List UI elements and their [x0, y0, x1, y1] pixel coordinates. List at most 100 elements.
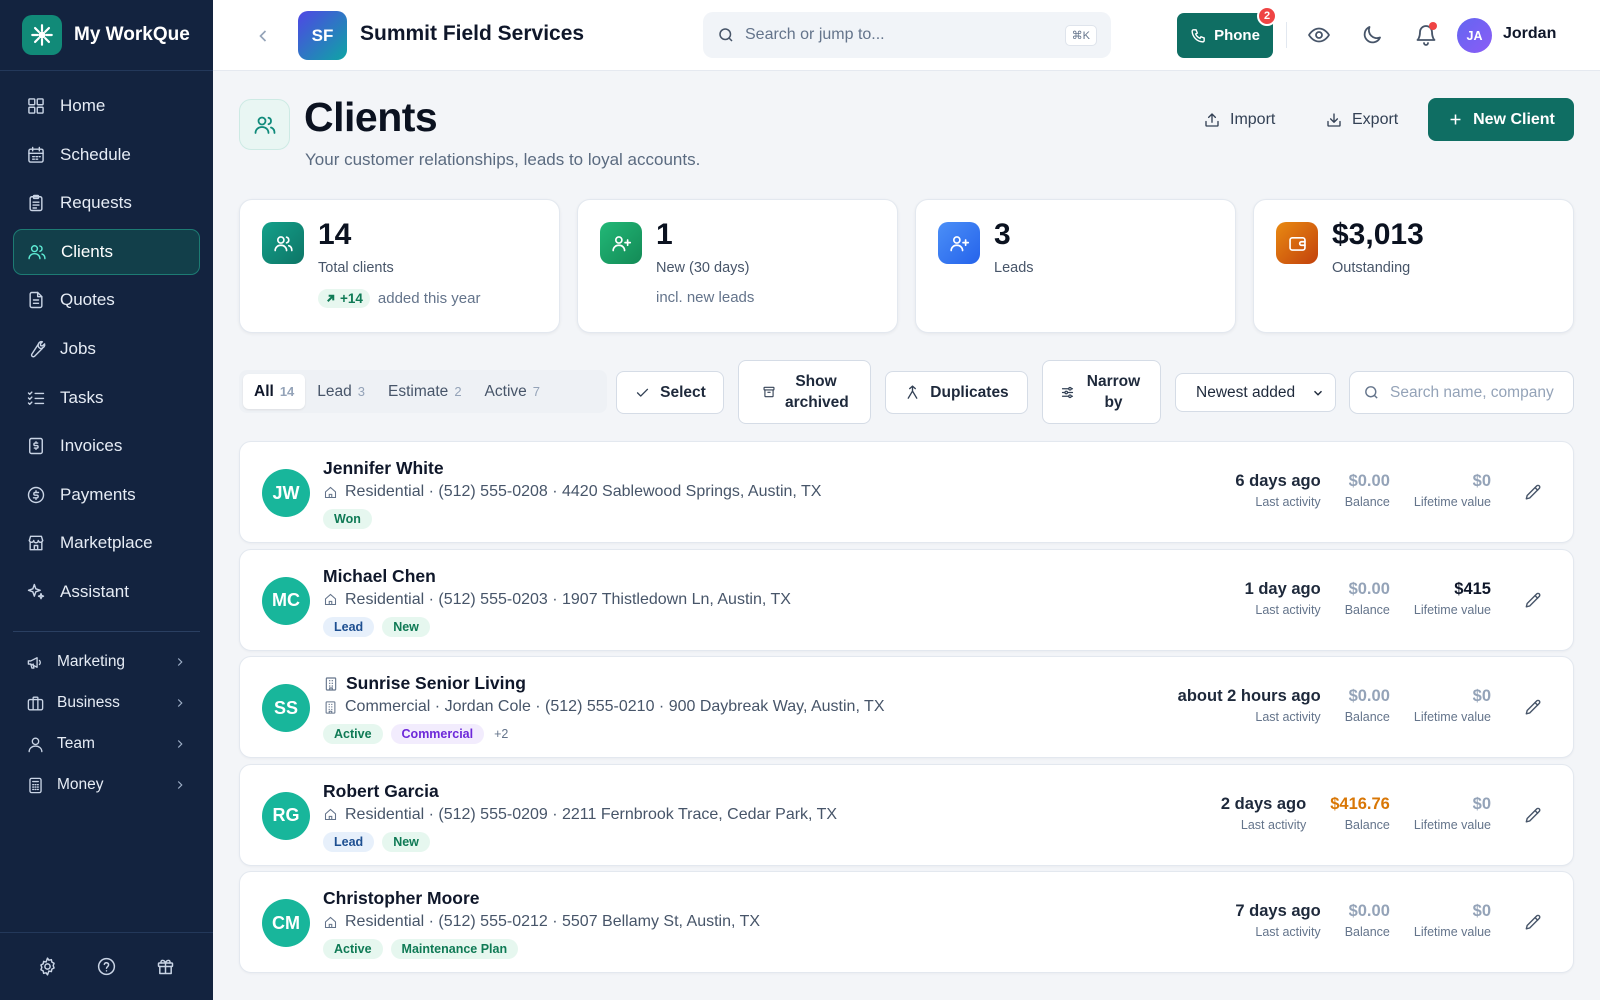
notifications-button[interactable] [1414, 22, 1438, 47]
phone-count-badge: 2 [1257, 6, 1277, 26]
phone-button[interactable]: Phone 2 [1177, 6, 1277, 58]
tab-all[interactable]: All 14 [243, 374, 306, 409]
stat-card-leads: 3 Leads [915, 199, 1236, 333]
client-name[interactable]: Robert Garcia [323, 781, 439, 802]
client-search-placeholder: Search name, company [1390, 383, 1554, 401]
sidebar-group-label: Team [57, 735, 95, 753]
client-stats: about 2 hours ago Last activity $0.00 Ba… [1154, 687, 1491, 724]
stat-card-total-clients: 14 Total clients +14 added this year [239, 199, 560, 333]
theme-toggle[interactable] [1360, 23, 1384, 47]
tab-active[interactable]: Active 7 [474, 374, 551, 409]
client-search-input[interactable]: Search name, company [1349, 371, 1574, 414]
sidebar-item-requests[interactable]: Requests [13, 180, 200, 226]
edit-client-button[interactable] [1523, 698, 1543, 718]
import-button[interactable]: Import [1203, 103, 1275, 136]
client-row[interactable]: SS Sunrise Senior Living Commercial · Jo… [239, 656, 1574, 759]
brand[interactable]: My WorkQue [0, 0, 213, 71]
search-icon [719, 28, 733, 42]
client-row[interactable]: MC Michael Chen Residential · (512) 555-… [239, 548, 1574, 651]
edit-client-button[interactable] [1523, 806, 1543, 826]
client-meta: Residential · (512) 555-0208 · 4420 Sabl… [323, 483, 821, 501]
client-name[interactable]: Michael Chen [323, 566, 436, 587]
client-name[interactable]: Christopher Moore [323, 888, 480, 909]
sidebar-item-jobs[interactable]: Jobs [13, 326, 200, 372]
tab-count: 14 [279, 384, 295, 399]
show-archived-button[interactable]: Show archived [738, 360, 871, 424]
sidebar-item-schedule[interactable]: Schedule [13, 132, 200, 178]
sidebar-item-marketplace[interactable]: Marketplace [13, 520, 200, 566]
duplicates-button[interactable]: Duplicates [885, 371, 1028, 414]
export-button[interactable]: Export [1325, 103, 1398, 136]
lifetime-value-amount: $0 [1472, 472, 1491, 490]
edit-client-button[interactable] [1523, 913, 1543, 933]
tab-label: Estimate [388, 382, 449, 400]
sidebar-item-payments[interactable]: Payments [13, 472, 200, 518]
stat-value: $3,013 [1332, 218, 1424, 251]
balance-label: Balance [1344, 602, 1390, 617]
topbar-divider [1286, 22, 1287, 48]
edit-client-button[interactable] [1523, 483, 1543, 503]
new-client-button[interactable]: New Client [1428, 98, 1574, 141]
client-name[interactable]: Jennifer White [323, 458, 444, 479]
show-archived-label: Show archived [785, 373, 849, 411]
sidebar-item-label: Assistant [60, 581, 129, 601]
help-icon[interactable] [96, 956, 117, 977]
client-row[interactable]: JW Jennifer White Residential · (512) 55… [239, 441, 1574, 543]
users-icon [28, 244, 46, 260]
moon-icon [1363, 26, 1381, 44]
gear-icon[interactable] [37, 956, 58, 977]
last-activity: about 2 hours ago Last activity [1178, 687, 1321, 724]
sort-select[interactable]: Newest added [1175, 373, 1336, 412]
balance: $0.00 Balance [1345, 902, 1390, 939]
sidebar-group-label: Money [57, 776, 104, 794]
preview-button[interactable] [1307, 23, 1331, 47]
client-tag-more: +2 [494, 727, 509, 742]
sidebar-group-money[interactable]: Money [0, 765, 213, 806]
client-stats: 7 days ago Last activity $0.00 Balance $… [1211, 902, 1491, 939]
notification-dot [1429, 22, 1437, 30]
narrow-by-label: Narrow by [1086, 373, 1141, 411]
stat-value: 14 [318, 218, 352, 251]
back-button[interactable] [253, 26, 273, 46]
edit-client-button[interactable] [1523, 591, 1543, 611]
user-name[interactable]: Jordan [1503, 25, 1556, 43]
narrow-by-button[interactable]: Narrow by [1042, 360, 1161, 424]
last-activity-label: Last activity [1255, 495, 1321, 509]
user-avatar[interactable]: JA [1457, 18, 1492, 53]
client-meta: Residential · (512) 555-0209 · 2211 Fern… [323, 806, 837, 824]
trend-badge: +14 [318, 289, 370, 308]
sidebar-group-business[interactable]: Business [0, 683, 213, 724]
lifetime-value-amount: $0 [1472, 687, 1491, 706]
last-activity-value: 2 days ago [1220, 794, 1307, 813]
sidebar-item-home[interactable]: Home [13, 83, 200, 129]
client-meta: Residential · (512) 555-0212 · 5507 Bell… [323, 913, 760, 931]
invoice-icon [29, 437, 43, 455]
sidebar-item-clients[interactable]: Clients [13, 228, 200, 275]
client-stats: 2 days ago Last activity $416.76 Balance… [1197, 795, 1491, 832]
sidebar-item-invoices[interactable]: Invoices [13, 423, 200, 469]
sidebar-item-assistant[interactable]: Assistant [13, 569, 200, 615]
sidebar-group-team[interactable]: Team [0, 724, 213, 765]
org-avatar[interactable]: SF [298, 11, 347, 60]
org-name[interactable]: Summit Field Services [360, 22, 584, 46]
lifetime-value-label: Lifetime value [1413, 495, 1491, 509]
sidebar-item-quotes[interactable]: Quotes [13, 277, 200, 323]
global-search-input[interactable]: Search or jump to... ⌘K [703, 12, 1111, 58]
sidebar-group-marketing[interactable]: Marketing [0, 642, 213, 683]
client-name[interactable]: Sunrise Senior Living [323, 673, 526, 694]
tab-lead[interactable]: Lead 3 [306, 374, 376, 409]
pencil-icon [1525, 592, 1541, 608]
sidebar-item-tasks[interactable]: Tasks [13, 375, 200, 421]
gift-icon[interactable] [155, 956, 176, 977]
stat-label: Total clients [318, 260, 394, 276]
tab-count: 7 [532, 384, 540, 399]
tab-estimate[interactable]: Estimate 2 [377, 374, 473, 409]
client-list: JW Jennifer White Residential · (512) 55… [239, 441, 1574, 979]
lifetime-value-amount: $415 [1454, 579, 1491, 598]
sidebar-nav: Home Schedule Requests Clients Quotes Jo… [0, 71, 213, 615]
sidebar-item-label: Marketplace [60, 533, 153, 553]
client-row[interactable]: CM Christopher Moore Residential · (512)… [239, 871, 1574, 974]
select-button[interactable]: Select [616, 371, 724, 414]
asterisk-logo-icon [22, 15, 62, 55]
client-row[interactable]: RG Robert Garcia Residential · (512) 555… [239, 763, 1574, 866]
